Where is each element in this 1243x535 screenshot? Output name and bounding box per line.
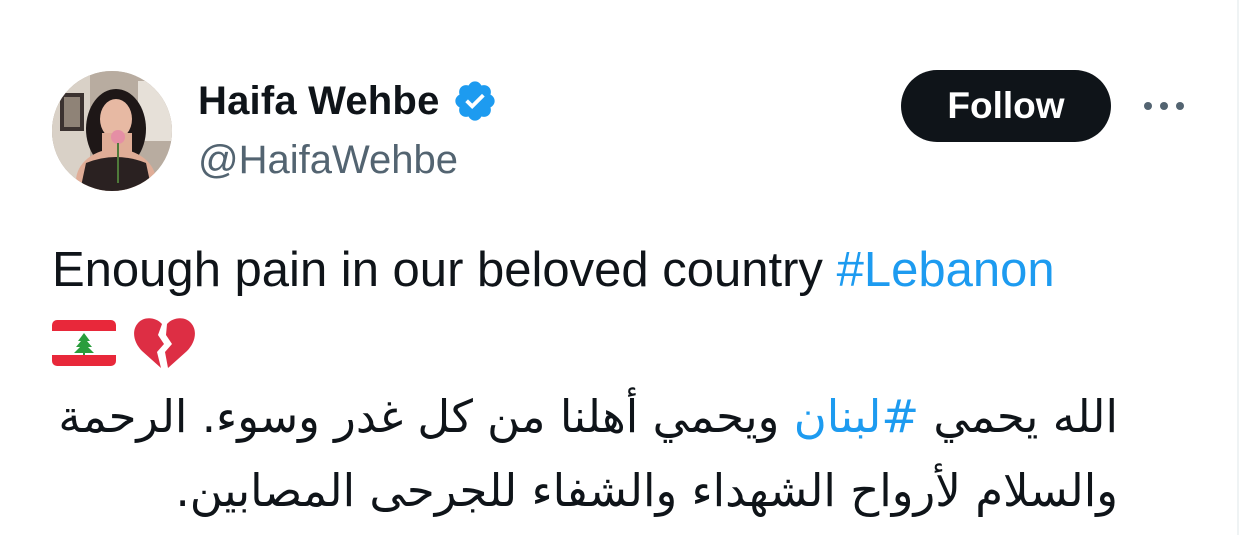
divider bbox=[1237, 0, 1239, 535]
tweet-text-english: Enough pain in our beloved country #Leba… bbox=[52, 240, 1055, 300]
author-handle[interactable]: @HaifaWehbe bbox=[198, 138, 458, 183]
broken-heart-emoji bbox=[134, 318, 195, 368]
verified-badge-icon bbox=[454, 81, 495, 121]
follow-button[interactable]: Follow bbox=[901, 70, 1111, 142]
tweet-text-arabic-part1: الله يحمي bbox=[919, 390, 1118, 443]
more-options-icon[interactable] bbox=[1139, 88, 1189, 124]
tweet-text-arabic: الله يحمي #لبنان ويحمي أهلنا من كل غدر و… bbox=[40, 380, 1118, 528]
lebanon-flag-emoji bbox=[52, 320, 116, 366]
tweet-text-english-body: Enough pain in our beloved country bbox=[52, 243, 837, 297]
hashtag-lebanon-link[interactable]: #Lebanon bbox=[837, 243, 1055, 297]
author-display-name[interactable]: Haifa Wehbe bbox=[198, 79, 440, 124]
avatar-image bbox=[52, 71, 172, 191]
avatar[interactable] bbox=[52, 71, 172, 191]
emoji-row bbox=[52, 318, 196, 368]
tweet-card: Haifa Wehbe @HaifaWehbe Follow Enough pa… bbox=[0, 0, 1243, 535]
author-row: Haifa Wehbe bbox=[198, 78, 498, 124]
hashtag-lebanon-arabic-link[interactable]: #لبنان bbox=[794, 390, 919, 443]
